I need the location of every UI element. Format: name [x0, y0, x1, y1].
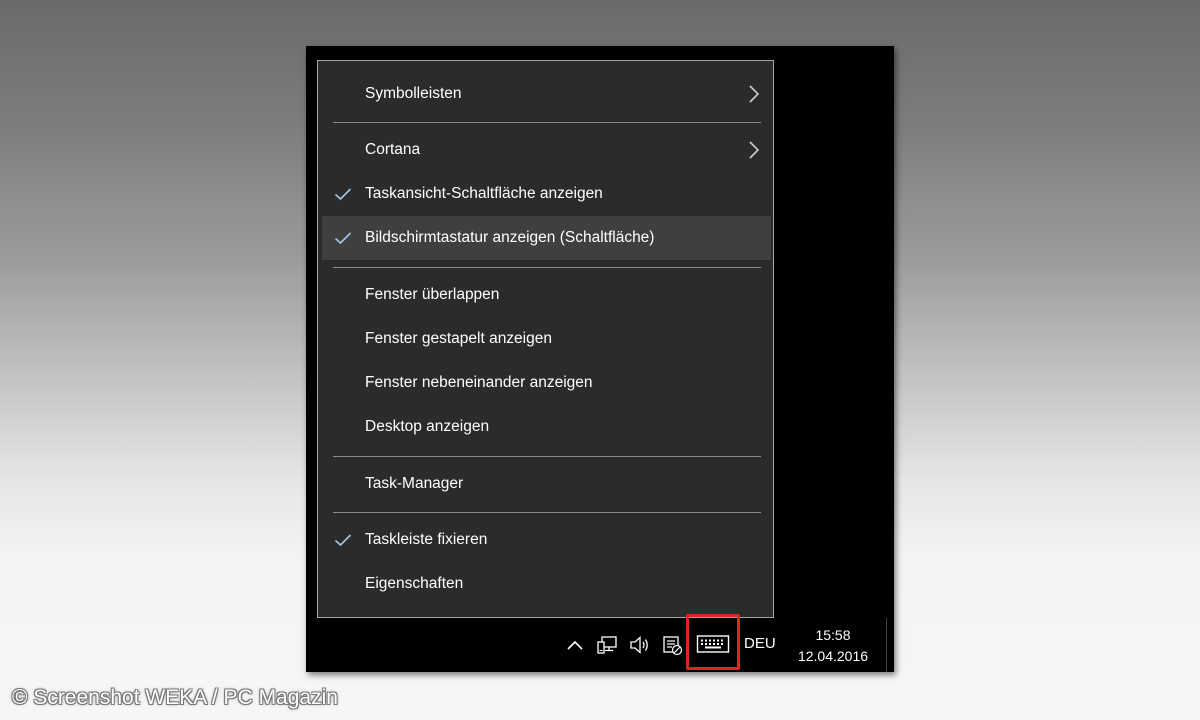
- image-credit: © Screenshot WEKA / PC Magazin: [12, 686, 338, 709]
- chevron-up-icon[interactable]: [564, 634, 586, 656]
- language-indicator[interactable]: DEU: [744, 635, 776, 652]
- menu-item-label: Fenster nebeneinander anzeigen: [365, 374, 593, 391]
- keyboard-highlight-box: [686, 614, 740, 670]
- menu-item-eigenschaften[interactable]: Eigenschaften: [322, 562, 771, 606]
- checkmark-icon: [334, 232, 352, 245]
- desktop-screen: Symbolleisten Cortana Taskansicht-Schalt…: [306, 46, 894, 672]
- menu-item-fenster-ueberlappen[interactable]: Fenster überlappen: [322, 273, 771, 317]
- network-icon[interactable]: [596, 634, 618, 656]
- menu-item-cortana[interactable]: Cortana: [322, 128, 771, 172]
- taskbar: DEU 15:58 12.04.2016: [306, 614, 894, 672]
- menu-separator: [333, 122, 761, 123]
- menu-item-taskansicht[interactable]: Taskansicht-Schaltfläche anzeigen: [322, 172, 771, 216]
- action-center-icon[interactable]: [661, 634, 683, 656]
- menu-item-symbolleisten[interactable]: Symbolleisten: [322, 72, 771, 116]
- menu-item-label: Eigenschaften: [365, 575, 464, 592]
- menu-item-label: Fenster gestapelt anzeigen: [365, 330, 552, 347]
- menu-item-fenster-gestapelt[interactable]: Fenster gestapelt anzeigen: [322, 317, 771, 361]
- volume-icon[interactable]: [628, 634, 650, 656]
- menu-separator: [333, 456, 761, 457]
- menu-item-label: Taskansicht-Schaltfläche anzeigen: [365, 185, 603, 202]
- chevron-right-icon: [749, 141, 759, 159]
- menu-item-taskleiste-fixieren[interactable]: Taskleiste fixieren: [322, 518, 771, 562]
- menu-separator: [333, 267, 761, 268]
- menu-item-label: Cortana: [365, 141, 421, 158]
- menu-item-desktop-anzeigen[interactable]: Desktop anzeigen: [322, 405, 771, 449]
- menu-item-label: Bildschirmtastatur anzeigen (Schaltfläch…: [365, 229, 655, 246]
- menu-item-label: Desktop anzeigen: [365, 418, 490, 435]
- menu-item-label: Symbolleisten: [365, 85, 462, 102]
- menu-item-label: Task-Manager: [365, 475, 464, 492]
- show-desktop-divider: [886, 618, 887, 672]
- clock-time: 15:58: [815, 627, 851, 643]
- menu-item-task-manager[interactable]: Task-Manager: [322, 462, 771, 506]
- menu-separator: [333, 512, 761, 513]
- taskbar-context-menu: Symbolleisten Cortana Taskansicht-Schalt…: [317, 60, 774, 618]
- checkmark-icon: [334, 534, 352, 547]
- clock-date: 12.04.2016: [797, 648, 869, 664]
- menu-item-label: Fenster überlappen: [365, 286, 500, 303]
- clock[interactable]: 15:58 12.04.2016: [788, 625, 878, 667]
- chevron-right-icon: [749, 85, 759, 103]
- menu-item-fenster-nebeneinander[interactable]: Fenster nebeneinander anzeigen: [322, 361, 771, 405]
- menu-item-label: Taskleiste fixieren: [365, 531, 488, 548]
- checkmark-icon: [334, 188, 352, 201]
- menu-item-bildschirmtastatur[interactable]: Bildschirmtastatur anzeigen (Schaltfläch…: [322, 216, 771, 260]
